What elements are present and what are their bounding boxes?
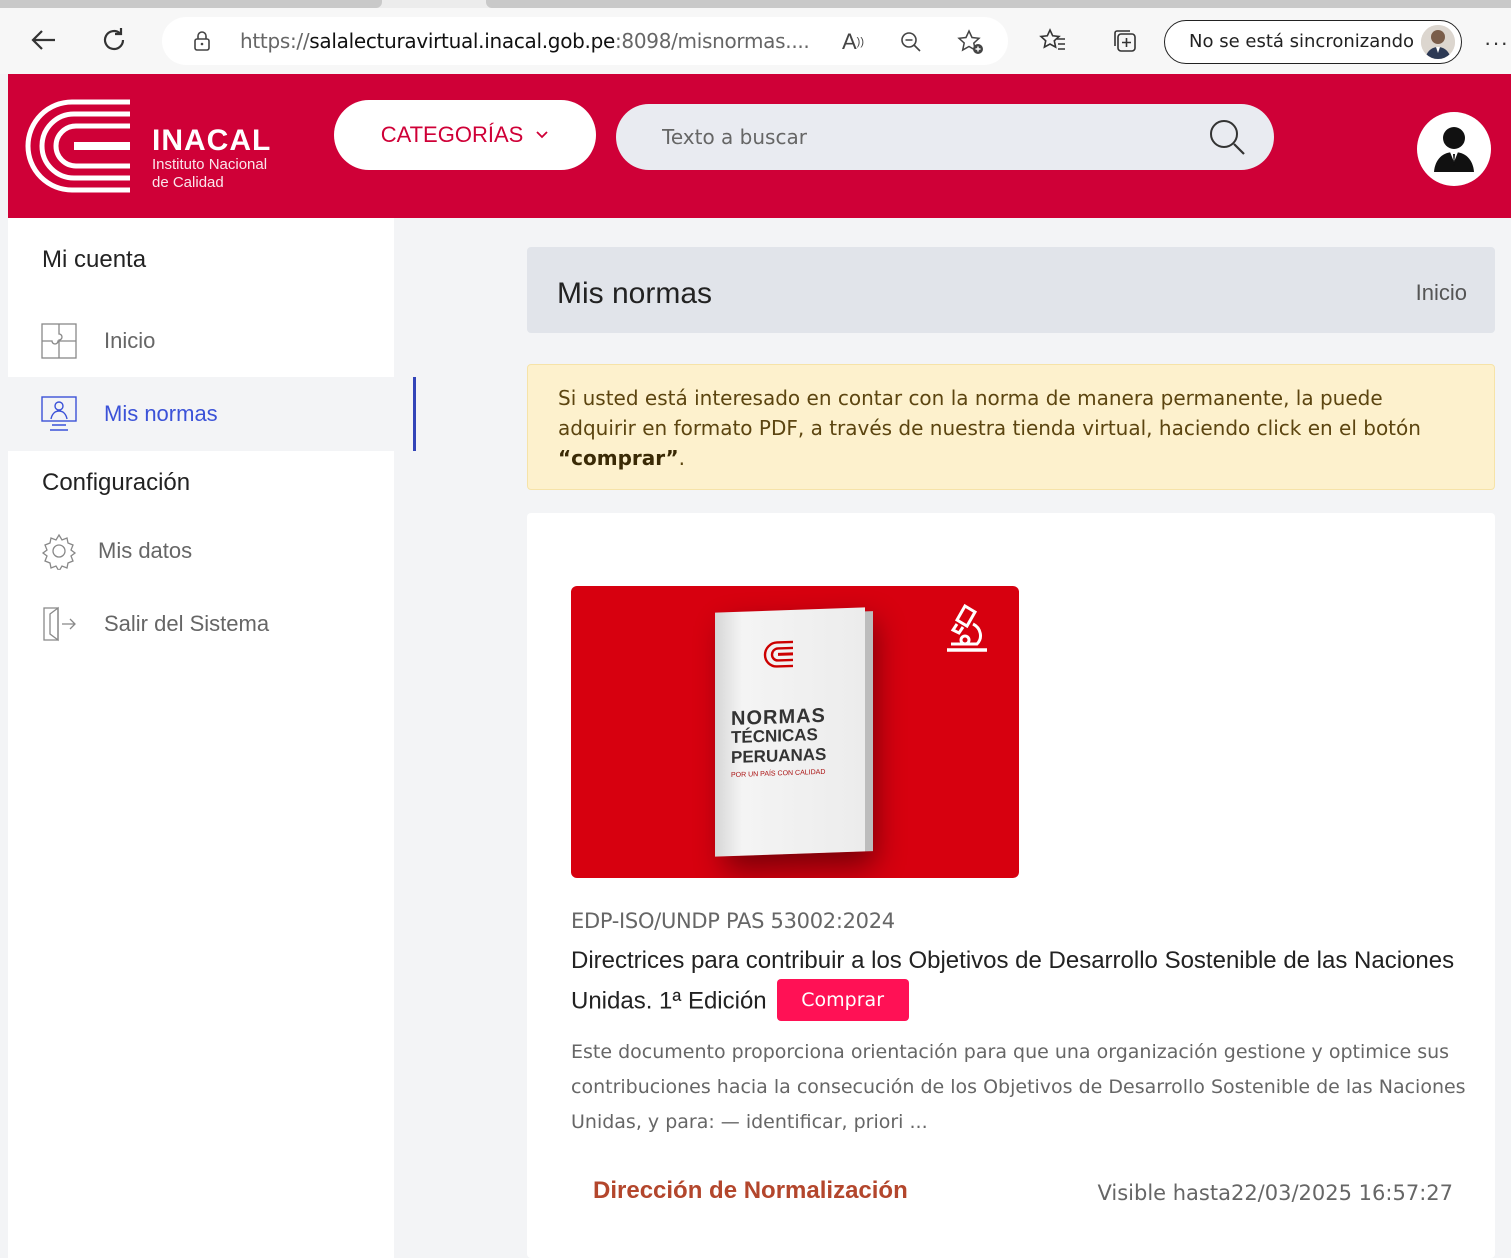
url-text[interactable]: https://salalecturavirtual.inacal.gob.pe… <box>240 29 810 53</box>
visible-until: Visible hasta22/03/2025 16:57:27 <box>1097 1181 1453 1205</box>
norm-title-text: Directrices para contribuir a los Objeti… <box>571 947 1455 1015</box>
back-icon[interactable] <box>26 22 62 58</box>
search-input[interactable] <box>616 104 1196 170</box>
purchase-notice: Si usted está interesado en contar con l… <box>527 364 1495 490</box>
book-spine <box>865 611 873 852</box>
sync-label: No se está sincronizando <box>1189 31 1415 52</box>
address-bar[interactable]: https://salalecturavirtual.inacal.gob.pe… <box>162 17 1008 65</box>
user-menu-avatar[interactable] <box>1417 112 1491 186</box>
zoom-out-icon[interactable] <box>896 27 926 57</box>
sidebar-item-label: Salir del Sistema <box>104 611 270 636</box>
monitor-user-icon <box>41 396 77 431</box>
categories-label: CATEGORÍAS <box>380 122 524 147</box>
cover-tagline: POR UN PAÍS CON CALIDAD <box>731 768 826 780</box>
url-domain: salalecturavirtual.inacal.gob.pe <box>309 29 615 53</box>
refresh-icon[interactable] <box>96 22 132 58</box>
profile-avatar <box>1421 25 1455 59</box>
sidebar-item-salir[interactable]: Salir del Sistema <box>8 587 394 661</box>
sidebar-item-label: Mis normas <box>104 401 218 426</box>
search-icon[interactable] <box>1208 118 1246 156</box>
buy-button[interactable]: Comprar <box>776 979 909 1021</box>
inacal-logo-icon <box>25 99 130 193</box>
url-path: :8098/misnormas.... <box>614 29 810 53</box>
gear-icon <box>41 533 77 570</box>
cover-title-line: PERUANAS <box>731 744 827 768</box>
user-icon <box>1434 127 1474 172</box>
puzzle-icon <box>41 323 77 359</box>
profile-sync-button[interactable]: No se está sincronizando <box>1164 20 1462 64</box>
brand-name: INACAL <box>152 124 272 157</box>
favorite-add-icon[interactable] <box>956 27 986 57</box>
favorites-icon[interactable] <box>1036 26 1070 56</box>
collections-icon[interactable] <box>1108 26 1142 56</box>
sidebar-item-mis-normas[interactable]: Mis normas <box>8 377 394 451</box>
browser-toolbar: https://salalecturavirtual.inacal.gob.pe… <box>0 8 1511 74</box>
norm-department: Dirección de Normalización <box>593 1177 908 1204</box>
page-header: Mis normas Inicio <box>527 247 1495 333</box>
tab-strip <box>0 0 1511 8</box>
chevron-down-icon <box>535 126 549 144</box>
categories-button[interactable]: CATEGORÍAS <box>334 100 596 170</box>
site-header: INACAL Instituto Nacional de Calidad CAT… <box>8 74 1511 218</box>
page-title: Mis normas <box>557 277 713 310</box>
sidebar-item-label: Inicio <box>104 328 156 353</box>
read-aloud-icon[interactable]: A)) <box>838 27 868 57</box>
inacal-mini-logo <box>763 640 793 668</box>
section-title-config: Configuración <box>42 469 191 496</box>
book-illustration: NORMAS TÉCNICAS PERUANAS POR UN PAÍS CON… <box>715 607 873 857</box>
notice-bold: “comprar” <box>558 446 679 470</box>
notice-end: . <box>678 446 685 470</box>
browser-tab[interactable] <box>0 0 382 8</box>
breadcrumb-inicio[interactable]: Inicio <box>1416 280 1467 306</box>
norm-title[interactable]: Directrices para contribuir a los Objeti… <box>571 941 1461 1023</box>
brand-subtitle: de Calidad <box>152 174 224 191</box>
notice-text: Si usted está interesado en contar con l… <box>558 386 1421 440</box>
section-title-account: Mi cuenta <box>42 246 147 273</box>
norm-description: Este documento proporciona orientación p… <box>571 1041 1466 1133</box>
lock-icon[interactable] <box>192 31 212 51</box>
norm-card: NORMAS TÉCNICAS PERUANAS POR UN PAÍS CON… <box>527 513 1495 1258</box>
active-indicator <box>413 377 416 451</box>
sidebar-item-mis-datos[interactable]: Mis datos <box>8 514 394 588</box>
url-scheme: https:// <box>240 29 310 53</box>
logout-icon <box>43 606 76 642</box>
search-bar <box>616 104 1274 170</box>
norm-cover-image[interactable]: NORMAS TÉCNICAS PERUANAS POR UN PAÍS CON… <box>571 586 1019 878</box>
sidebar-item-label: Mis datos <box>98 538 193 563</box>
microscope-icon <box>947 603 987 652</box>
brand-subtitle: Instituto Nacional <box>152 156 268 173</box>
browser-tab[interactable] <box>486 0 1511 8</box>
inacal-logo[interactable]: INACAL Instituto Nacional de Calidad <box>22 96 292 196</box>
sidebar: Mi cuenta Inicio Mis normas Configuració… <box>8 218 394 1258</box>
sidebar-item-inicio[interactable]: Inicio <box>8 304 394 378</box>
more-options-icon[interactable]: ··· <box>1484 30 1509 56</box>
norm-code: EDP-ISO/UNDP PAS 53002:2024 <box>571 909 895 933</box>
